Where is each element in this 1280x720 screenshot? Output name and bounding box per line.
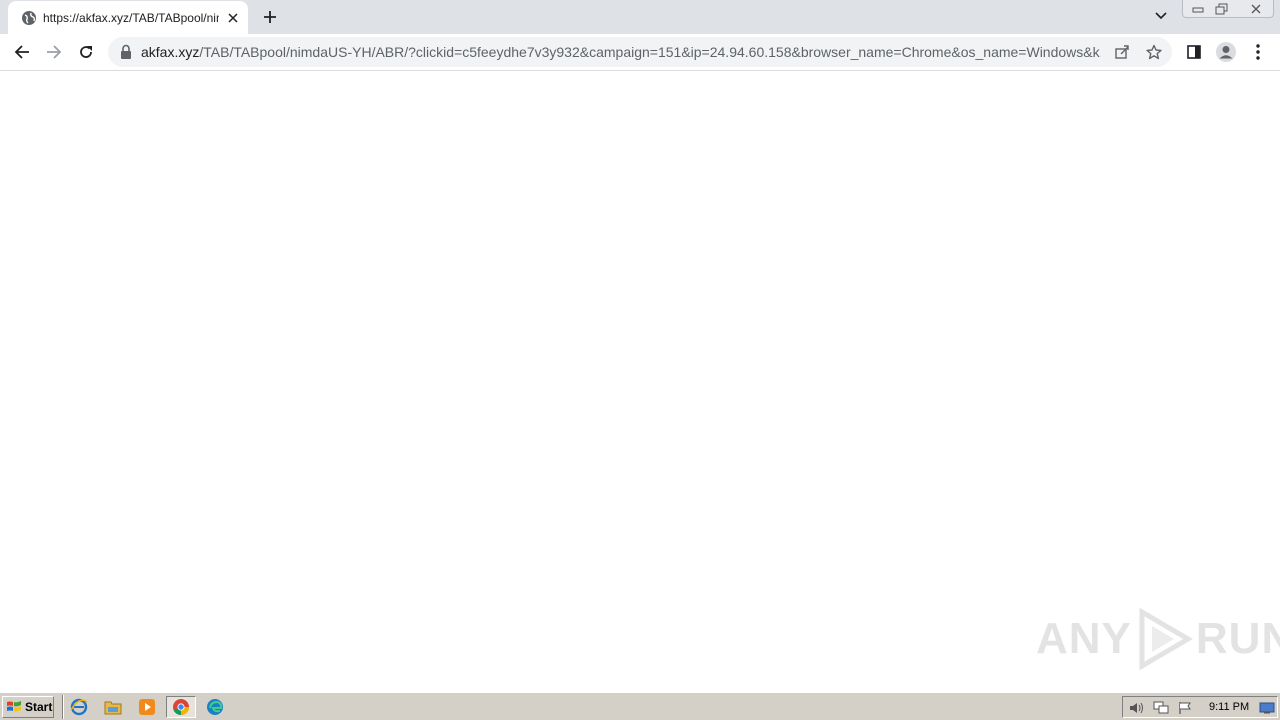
url-path: /TAB/TABpool/nimdaUS-YH/ABR/?clickid=c5f… <box>199 44 1101 60</box>
menu-icon[interactable] <box>1244 38 1272 66</box>
explorer-icon[interactable] <box>98 696 128 718</box>
ie-icon[interactable] <box>64 696 94 718</box>
url-host: akfax.xyz <box>141 44 200 60</box>
start-label: Start <box>25 700 53 714</box>
browser-toolbar: akfax.xyz/TAB/TABpool/nimdaUS-YH/ABR/?cl… <box>0 34 1280 71</box>
back-icon[interactable] <box>8 38 36 66</box>
start-button[interactable]: Start <box>2 696 54 718</box>
edge-icon[interactable] <box>200 696 230 718</box>
address-bar[interactable]: akfax.xyz/TAB/TABpool/nimdaUS-YH/ABR/?cl… <box>108 37 1172 67</box>
clock[interactable]: 9:11 PM <box>1209 701 1249 713</box>
watermark: ANY RUN <box>1036 604 1280 674</box>
url-text[interactable]: akfax.xyz/TAB/TABpool/nimdaUS-YH/ABR/?cl… <box>141 44 1101 60</box>
chevron-down-icon[interactable] <box>1150 5 1172 27</box>
watermark-right: RUN <box>1195 614 1280 663</box>
restore-icon[interactable] <box>1209 0 1235 18</box>
tab-strip: https://akfax.xyz/TAB/TABpool/nimdaUS-YH… <box>0 0 1280 34</box>
play-icon <box>1139 608 1193 670</box>
watermark-left: ANY <box>1036 614 1132 663</box>
minimize-icon[interactable] <box>1185 0 1211 18</box>
globe-icon <box>21 10 37 26</box>
close-icon[interactable] <box>1243 0 1269 18</box>
close-icon[interactable] <box>224 9 242 27</box>
system-tray: 9:11 PM <box>1122 696 1278 718</box>
show-desktop-icon[interactable] <box>1259 700 1275 716</box>
lock-icon[interactable] <box>120 44 134 60</box>
volume-icon[interactable] <box>1129 700 1145 716</box>
network-icon[interactable] <box>1153 700 1169 716</box>
profile-icon[interactable] <box>1212 38 1240 66</box>
star-icon[interactable] <box>1144 42 1164 62</box>
windows-flag-icon <box>6 700 22 714</box>
taskbar: Start 9:11 PM <box>0 692 1280 720</box>
plus-icon[interactable] <box>258 5 282 29</box>
tab-title: https://akfax.xyz/TAB/TABpool/nimdaUS-YH… <box>43 11 219 25</box>
forward-icon[interactable] <box>40 38 68 66</box>
window-controls <box>1182 0 1274 18</box>
media-player-icon[interactable] <box>132 696 162 718</box>
action-center-flag-icon[interactable] <box>1177 700 1193 716</box>
share-icon[interactable] <box>1112 42 1132 62</box>
reload-icon[interactable] <box>72 38 100 66</box>
side-panel-icon[interactable] <box>1180 38 1208 66</box>
chrome-icon[interactable] <box>166 696 196 718</box>
browser-tab[interactable]: https://akfax.xyz/TAB/TABpool/nimdaUS-YH… <box>8 1 248 34</box>
page-content <box>0 72 1280 692</box>
